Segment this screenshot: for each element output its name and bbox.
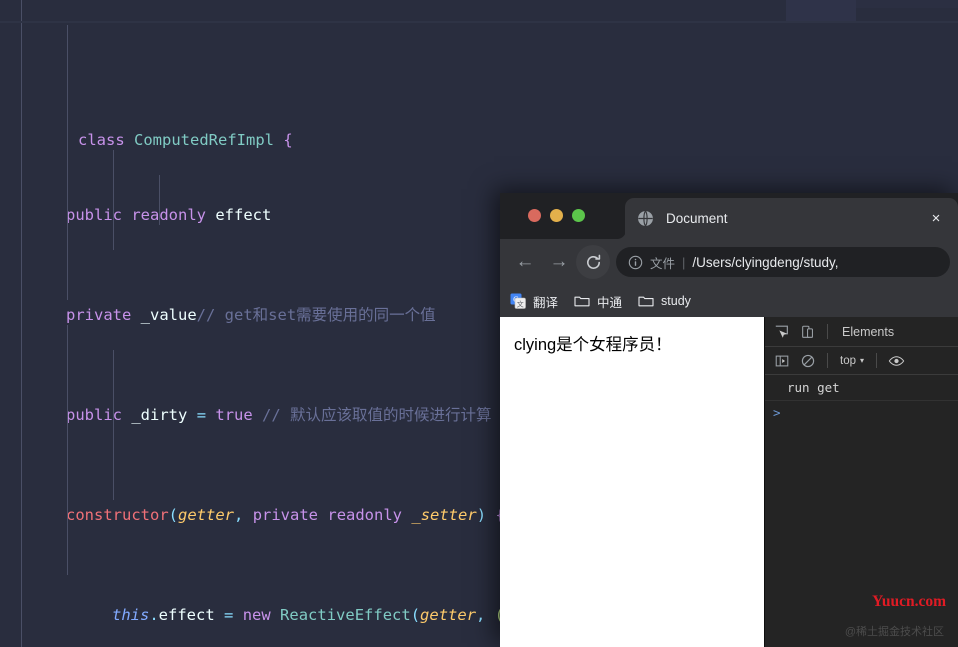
console-message: run get [765,375,958,401]
tab-left-curve [612,221,626,239]
indent-guide [113,350,114,500]
inspect-element-icon[interactable] [771,321,793,343]
toolbar-divider [876,353,877,368]
bookmark-label: 翻译 [533,292,558,311]
reload-icon[interactable] [576,245,610,279]
url-scheme-label: 文件 [650,253,675,272]
folder-icon [638,293,654,309]
indent-guide [67,25,68,300]
tab-title: Document [666,211,926,226]
globe-icon [637,210,654,227]
console-sidebar-icon[interactable] [771,350,793,372]
back-icon[interactable]: ← [508,245,542,279]
close-window-button[interactable] [528,209,541,222]
console-toolbar: top ▾ [765,347,958,375]
tab-elements[interactable]: Elements [836,325,900,339]
window-traffic-lights [528,209,585,222]
address-bar[interactable]: 文件 | /Users/clyingdeng/study, [616,247,950,277]
editor-minimap-viewport[interactable] [786,0,856,22]
indent-guide [159,175,160,225]
omnibox-separator: | [682,255,685,270]
indent-guide [113,150,114,250]
clear-console-icon[interactable] [797,350,819,372]
browser-tab-strip: Document × [500,193,958,239]
screen-root: class ComputedRefImpl { public readonly … [0,0,958,647]
bookmarks-bar: G 文 翻译 中通 [500,285,958,317]
inline-comment-2: // 默认应该取值的时候进行计算 [262,406,492,424]
info-circle-icon[interactable] [628,255,643,270]
bookmark-folder-zhongtong[interactable]: 中通 [574,292,622,311]
forward-icon[interactable]: → [542,245,576,279]
browser-tab[interactable]: Document × [625,198,958,239]
url-text: /Users/clyingdeng/study, [692,255,838,270]
bookmark-item-translate[interactable]: G 文 翻译 [510,292,558,311]
close-icon[interactable]: × [926,211,946,226]
page-content: clying是个女程序员！ [500,317,764,647]
maximize-window-button[interactable] [572,209,585,222]
google-translate-icon: G 文 [510,293,526,309]
devtools-toolbar: Elements [765,317,958,347]
browser-window[interactable]: Document × ← → [500,193,958,647]
folder-icon [574,293,590,309]
bookmark-folder-study[interactable]: study [638,293,691,309]
svg-text:文: 文 [517,299,524,308]
inline-comment-1: // get和set需要使用的同一个值 [197,306,436,324]
indent-guide [67,325,68,575]
code-line: class ComputedRefImpl { [0,103,958,128]
toolbar-divider [827,324,828,339]
execution-context-selector[interactable]: top ▾ [836,355,868,367]
editor-top-divider [0,21,958,23]
eye-icon[interactable] [885,350,907,372]
device-toolbar-icon[interactable] [797,321,819,343]
bookmark-label: 中通 [597,292,622,311]
chevron-down-icon: ▾ [860,356,864,365]
devtools-panel[interactable]: Elements [764,317,958,647]
bookmark-label: study [661,294,691,308]
toolbar-divider [827,353,828,368]
browser-navigation-bar: ← → 文件 | /Users/clyingdeng/stu [500,239,958,285]
console-prompt[interactable]: > [765,401,958,424]
viewport-row: clying是个女程序员！ [500,317,958,647]
execution-context-label: top [840,355,856,367]
page-heading-text: clying是个女程序员！ [514,331,764,355]
watermark-primary: Yuucn.com [872,593,946,611]
minimize-window-button[interactable] [550,209,563,222]
watermark-secondary: @稀土掘金技术社区 [845,623,944,639]
